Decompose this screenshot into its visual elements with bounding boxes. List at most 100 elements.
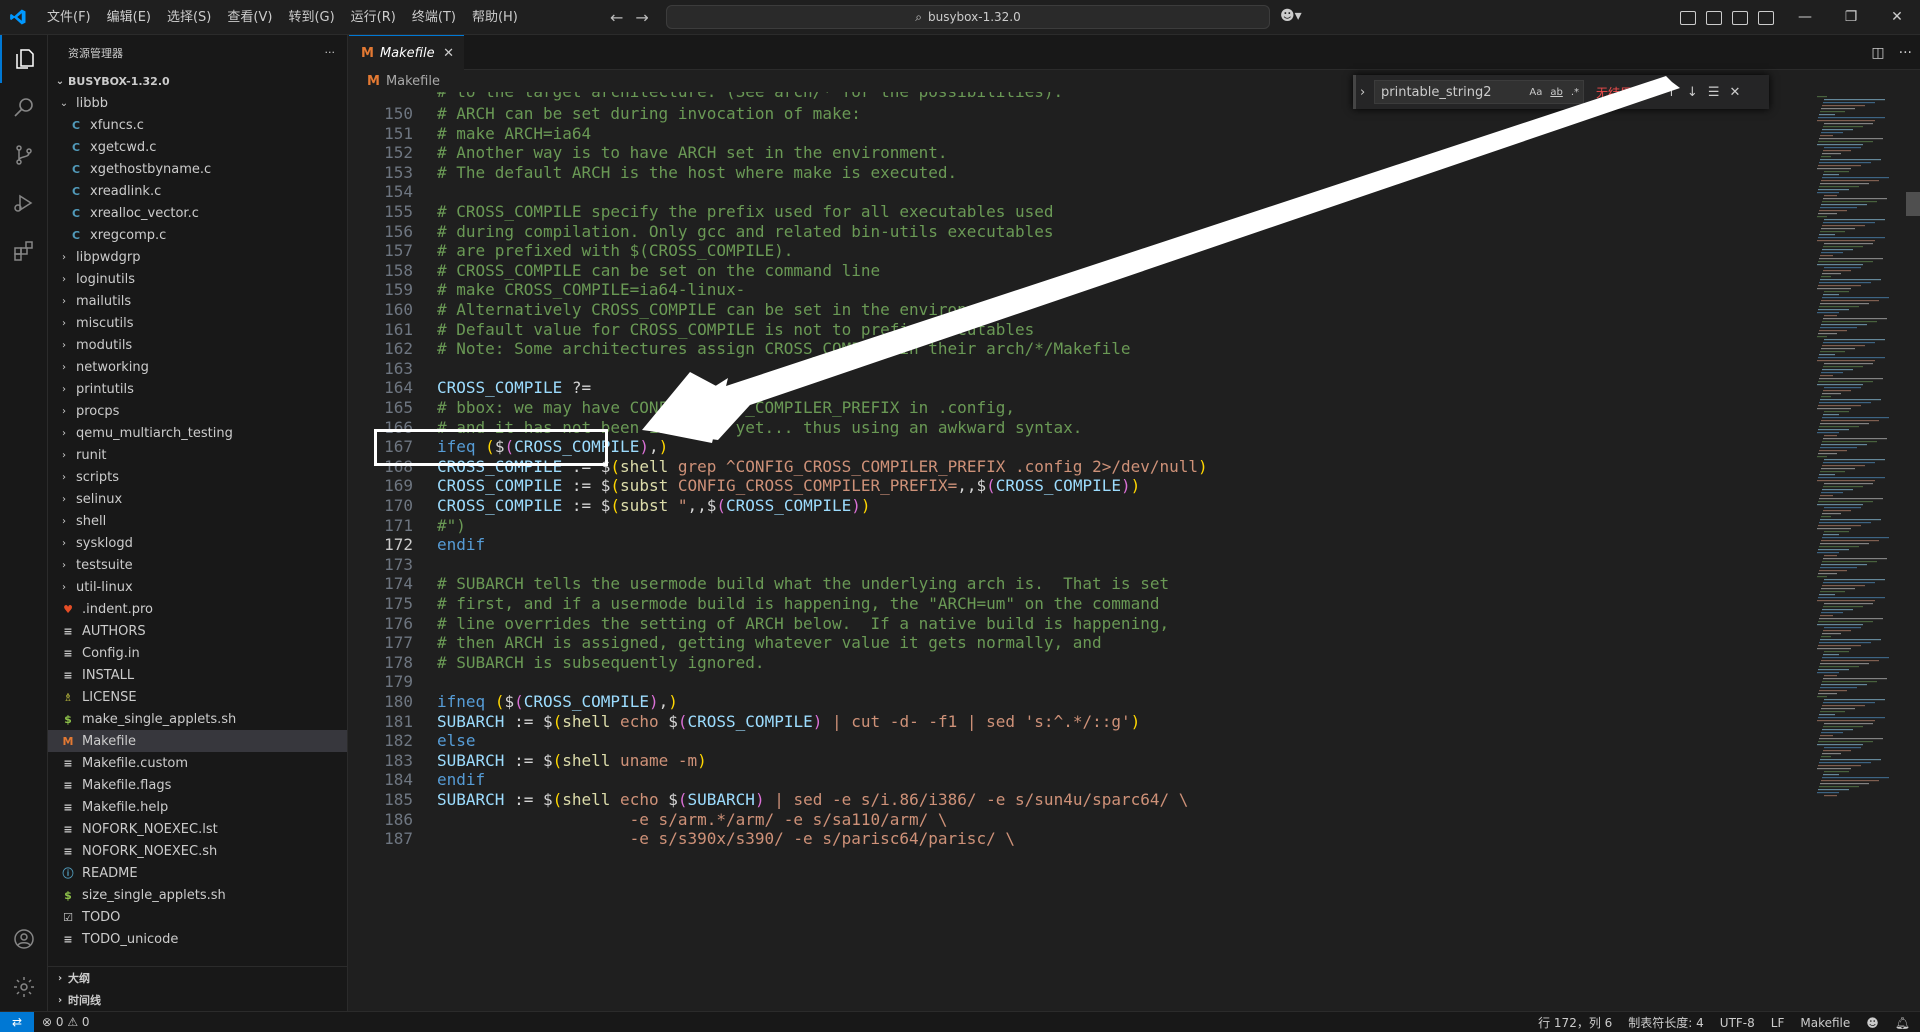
find-input[interactable]: printable_string2 Aa ab .* <box>1374 80 1584 104</box>
match-word-icon[interactable]: ab <box>1550 87 1562 98</box>
problems-status[interactable]: ⊗ 0 ⚠ 0 <box>42 1015 90 1029</box>
copilot-icon[interactable]: ☻▾ <box>1280 8 1302 24</box>
tree-file[interactable]: $ make_single_applets.sh <box>48 708 347 730</box>
tree-folder[interactable]: › loginutils <box>48 268 347 290</box>
tree-folder[interactable]: › selinux <box>48 488 347 510</box>
code-line: 154 <box>349 182 413 202</box>
more-editor-actions-icon[interactable]: ··· <box>1899 45 1912 61</box>
menu-item[interactable]: 选择(S) <box>159 0 219 35</box>
encoding[interactable]: UTF-8 <box>1720 1016 1755 1030</box>
tree-file[interactable]: ≡ TODO_unicode <box>48 928 347 950</box>
tree-file[interactable]: Cxrealloc_vector.c <box>48 202 347 224</box>
menu-item[interactable]: 编辑(E) <box>99 0 159 35</box>
more-actions-icon[interactable]: ··· <box>325 46 336 59</box>
minimap[interactable] <box>1789 92 1909 1011</box>
end-of-line[interactable]: LF <box>1771 1016 1785 1030</box>
tree-folder[interactable]: › scripts <box>48 466 347 488</box>
toggle-replace-icon[interactable]: › <box>1360 85 1365 100</box>
command-center-search[interactable]: ⌕ busybox-1.32.0 <box>666 5 1270 29</box>
tree-folder[interactable]: › qemu_multiarch_testing <box>48 422 347 444</box>
tree-file[interactable]: Cxgetcwd.c <box>48 136 347 158</box>
tree-folder[interactable]: › procps <box>48 400 347 422</box>
tree-file[interactable]: ≡ NOFORK_NOEXEC.sh <box>48 840 347 862</box>
text-file-icon: ≡ <box>63 778 73 792</box>
tree-file[interactable]: ♥ .indent.pro <box>48 598 347 620</box>
tree-file[interactable]: ≡ INSTALL <box>48 664 347 686</box>
toggle-panel-icon[interactable] <box>1732 10 1748 25</box>
tree-folder[interactable]: › libpwdgrp <box>48 246 347 268</box>
tree-folder[interactable]: › miscutils <box>48 312 347 334</box>
cursor-position[interactable]: 行 172，列 6 <box>1538 1014 1612 1031</box>
tree-file[interactable]: ≡ Makefile.help <box>48 796 347 818</box>
vertical-scrollbar[interactable] <box>1906 92 1920 1011</box>
tree-file[interactable]: Cxgethostbyname.c <box>48 158 347 180</box>
minimize-icon[interactable]: — <box>1782 0 1828 35</box>
tree-item-label: make_single_applets.sh <box>82 711 237 727</box>
menu-item[interactable]: 运行(R) <box>343 0 404 35</box>
menu-item[interactable]: 帮助(H) <box>464 0 526 35</box>
menu-item[interactable]: 转到(G) <box>280 0 342 35</box>
tree-file[interactable]: ≡ Makefile.flags <box>48 774 347 796</box>
tab-makefile[interactable]: M Makefile ✕ <box>349 35 464 70</box>
tree-folder[interactable]: › sysklogd <box>48 532 347 554</box>
tree-file[interactable]: ≡ NOFORK_NOEXEC.lst <box>48 818 347 840</box>
match-case-icon[interactable]: Aa <box>1529 87 1542 98</box>
source-control-icon[interactable] <box>0 131 48 179</box>
toggle-sidebar-icon[interactable] <box>1706 10 1722 25</box>
split-editor-icon[interactable]: ◫ <box>1871 45 1884 61</box>
explorer-icon[interactable] <box>0 35 48 83</box>
tree-file[interactable]: ⓘ README <box>48 862 347 884</box>
folder-root-header[interactable]: ⌄ BUSYBOX-1.32.0 <box>48 70 347 92</box>
tree-file[interactable]: ♗ LICENSE <box>48 686 347 708</box>
tree-file[interactable]: ≡ Config.in <box>48 642 347 664</box>
tree-folder[interactable]: › shell <box>48 510 347 532</box>
account-icon[interactable] <box>0 915 48 963</box>
forward-arrow-icon[interactable]: → <box>635 8 648 27</box>
tree-file[interactable]: $ size_single_applets.sh <box>48 884 347 906</box>
notifications-icon[interactable]: 🔔︎ <box>1895 1016 1910 1030</box>
language-mode[interactable]: Makefile <box>1800 1016 1850 1030</box>
tree-file[interactable]: M Makefile <box>48 730 347 752</box>
restore-icon[interactable]: ❐ <box>1828 0 1874 35</box>
remote-icon[interactable]: ⇄ <box>0 1011 34 1032</box>
tree-file[interactable]: Cxfuncs.c <box>48 114 347 136</box>
timeline-section[interactable]: › 时间线 <box>48 989 347 1011</box>
previous-match-icon[interactable]: ↑ <box>1666 85 1677 100</box>
regex-icon[interactable]: .* <box>1571 87 1579 98</box>
menu-item[interactable]: 查看(V) <box>219 0 280 35</box>
run-debug-icon[interactable] <box>0 179 48 227</box>
settings-gear-icon[interactable] <box>0 963 48 1011</box>
find-in-selection-icon[interactable]: ☰ <box>1708 85 1720 100</box>
tree-file[interactable]: Cxregcomp.c <box>48 224 347 246</box>
next-match-icon[interactable]: ↓ <box>1687 85 1698 100</box>
menu-item[interactable]: 文件(F) <box>39 0 99 35</box>
tree-folder[interactable]: › networking <box>48 356 347 378</box>
indentation[interactable]: 制表符长度: 4 <box>1628 1014 1704 1031</box>
close-window-icon[interactable]: ✕ <box>1874 0 1920 35</box>
code-editor[interactable]: # to the target architecture. (See arch/… <box>349 92 1789 1011</box>
tree-file[interactable]: ≡ Makefile.custom <box>48 752 347 774</box>
tree-folder[interactable]: › runit <box>48 444 347 466</box>
tree-folder[interactable]: › mailutils <box>48 290 347 312</box>
toggle-secondary-sidebar-icon[interactable] <box>1758 10 1774 25</box>
search-view-icon[interactable] <box>0 83 48 131</box>
breadcrumb-item[interactable]: Makefile <box>386 74 440 89</box>
back-arrow-icon[interactable]: ← <box>610 8 623 27</box>
scrollbar-thumb[interactable] <box>1906 192 1920 216</box>
close-find-icon[interactable]: ✕ <box>1729 85 1740 100</box>
tree-folder[interactable]: › util-linux <box>48 576 347 598</box>
close-tab-icon[interactable]: ✕ <box>443 46 454 61</box>
tree-file[interactable]: ☑ TODO <box>48 906 347 928</box>
tree-folder[interactable]: › testsuite <box>48 554 347 576</box>
customize-layout-icon[interactable] <box>1680 10 1696 25</box>
tree-file[interactable]: Cxreadlink.c <box>48 180 347 202</box>
copilot-status-icon[interactable]: ☻ <box>1866 1016 1879 1030</box>
extensions-icon[interactable] <box>0 227 48 275</box>
tree-folder[interactable]: ⌄ libbb <box>48 92 347 114</box>
tree-folder[interactable]: › printutils <box>48 378 347 400</box>
menu-item[interactable]: 终端(T) <box>404 0 464 35</box>
outline-section[interactable]: › 大纲 <box>48 967 347 989</box>
tree-item-label: NOFORK_NOEXEC.sh <box>82 843 218 859</box>
tree-folder[interactable]: › modutils <box>48 334 347 356</box>
tree-file[interactable]: ≡ AUTHORS <box>48 620 347 642</box>
